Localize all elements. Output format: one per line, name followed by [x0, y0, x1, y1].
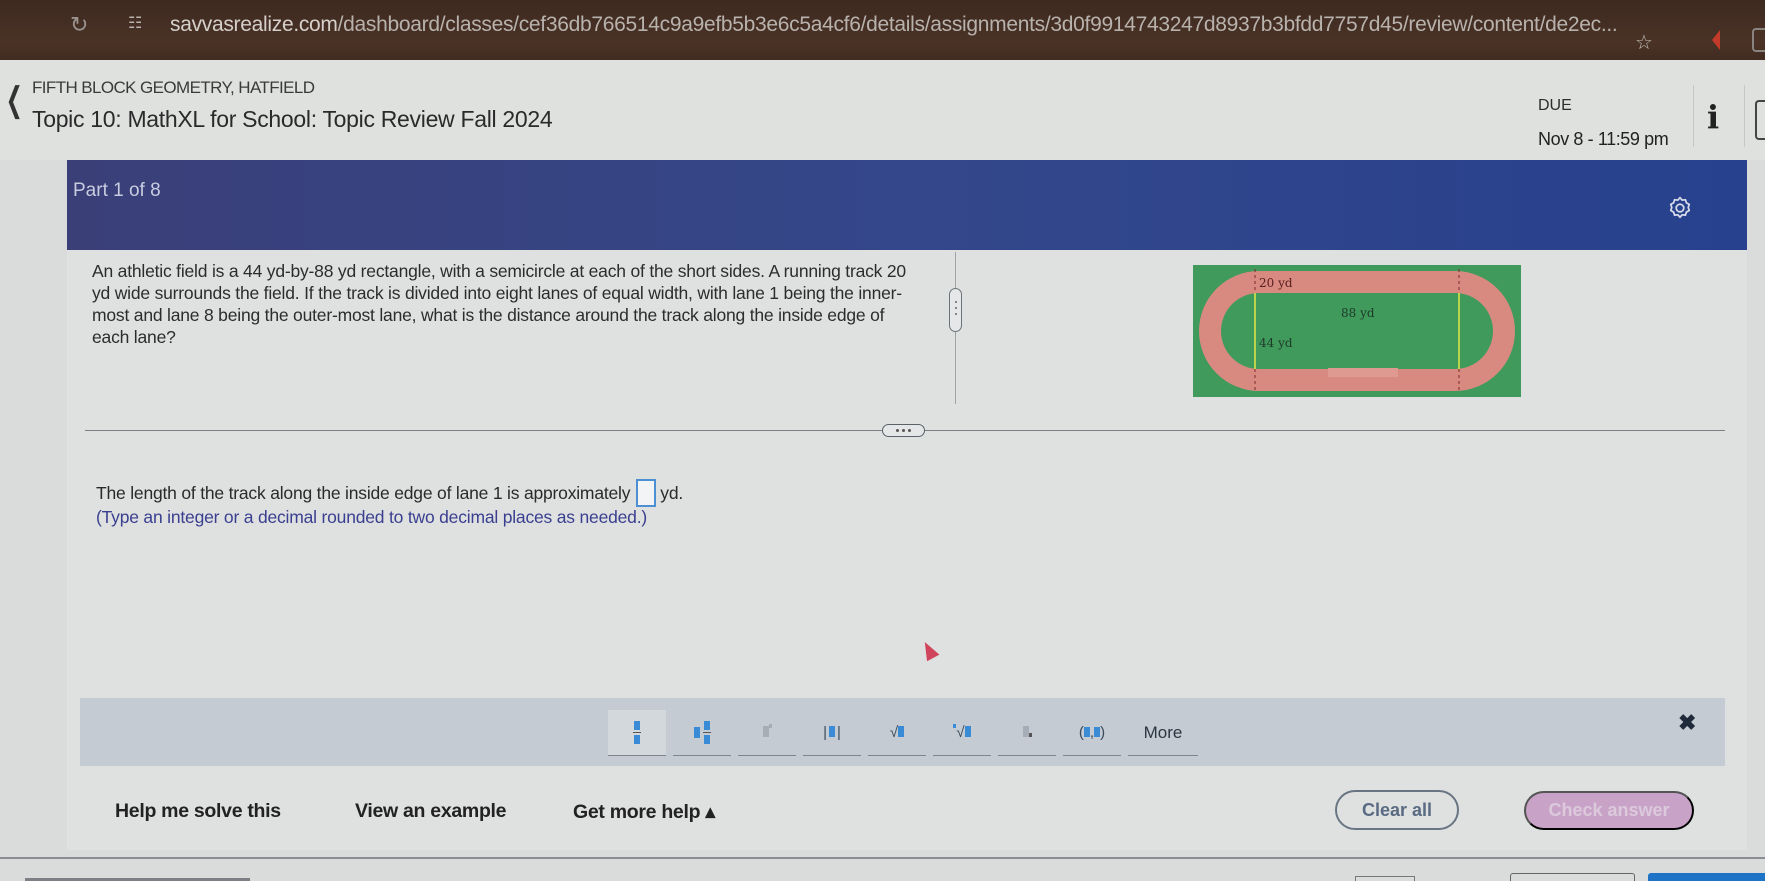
url-path: /dashboard/classes/cef36db766514c9a9efb5…	[337, 13, 1618, 36]
course-name: FIFTH BLOCK GEOMETRY, HATFIELD	[32, 78, 315, 97]
exponent-icon	[762, 724, 772, 741]
answer-input[interactable]	[636, 479, 657, 507]
nth-root-icon: √	[953, 724, 971, 741]
part-indicator: Part 1 of 8	[73, 180, 161, 201]
star-icon[interactable]: ☆	[1635, 30, 1653, 55]
exponent-button[interactable]	[738, 710, 796, 756]
mixed-number-icon	[693, 721, 711, 744]
check-answer-button[interactable]: Check answer	[1524, 791, 1694, 830]
footer-control[interactable]	[1355, 876, 1415, 881]
question-text: An athletic field is a 44 yd-by-88 yd re…	[92, 261, 906, 347]
square-root-icon: √	[890, 724, 905, 741]
label-width: 44 yd	[1259, 336, 1293, 350]
label-track-width: 20 yd	[1259, 276, 1293, 290]
side-panel-icon[interactable]	[1752, 28, 1765, 52]
square-root-button[interactable]: √	[868, 710, 926, 756]
math-toolbar: | | √ √ (,) More ✖	[80, 698, 1725, 766]
url-host: savvasrealize.com	[170, 13, 338, 36]
chevron-left-icon[interactable]: ❮	[6, 80, 23, 120]
due-label: DUE	[1538, 97, 1572, 114]
info-icon[interactable]: i	[1707, 98, 1719, 136]
help-me-solve-link[interactable]: Help me solve this	[115, 800, 281, 823]
subscript-icon	[1022, 724, 1032, 741]
track-inner-field	[1221, 293, 1493, 369]
mixed-number-button[interactable]	[673, 710, 731, 756]
nth-root-button[interactable]: √	[933, 710, 991, 756]
url-field[interactable]: savvasrealize.com/dashboard/classes/cef3…	[170, 13, 1618, 37]
track-figure: 20 yd 88 yd 44 yd	[1193, 265, 1521, 397]
ordered-pair-button[interactable]: (,)	[1063, 710, 1121, 756]
footer-primary-button[interactable]	[1648, 873, 1765, 881]
due-date: Nov 8 - 11:59 pm	[1538, 129, 1669, 149]
label-length: 88 yd	[1341, 306, 1375, 320]
reload-icon[interactable]: ↻	[70, 12, 88, 38]
fraction-icon	[633, 721, 641, 744]
absolute-value-icon: | |	[823, 724, 841, 741]
panel-toggle-icon[interactable]	[1755, 100, 1765, 140]
extension-icon[interactable]	[1712, 30, 1720, 50]
answer-prefix: The length of the track along the inside…	[96, 482, 631, 503]
answer-hint: (Type an integer or a decimal rounded to…	[96, 507, 647, 527]
ordered-pair-icon: (,)	[1078, 724, 1106, 741]
clear-all-button[interactable]: Clear all	[1335, 790, 1459, 830]
footer-button[interactable]	[1510, 873, 1635, 881]
subscript-button[interactable]	[998, 710, 1056, 756]
footer-divider	[0, 857, 1765, 859]
answer-unit: yd.	[660, 482, 684, 503]
vertical-splitter-handle[interactable]	[949, 288, 962, 332]
part-banner: Part 1 of 8	[67, 160, 1747, 250]
more-button[interactable]: More	[1128, 710, 1198, 756]
close-icon[interactable]: ✖	[1678, 710, 1696, 736]
assignment-header: ❮ FIFTH BLOCK GEOMETRY, HATFIELD Topic 1…	[0, 60, 1765, 160]
view-example-link[interactable]: View an example	[355, 800, 507, 823]
gear-icon[interactable]	[1667, 195, 1693, 221]
header-divider	[1744, 85, 1745, 147]
horizontal-splitter-handle[interactable]	[882, 424, 925, 437]
tune-icon[interactable]: ☷	[128, 13, 142, 33]
track-finish-zone	[1328, 368, 1398, 377]
header-divider	[1693, 85, 1694, 147]
answer-line: The length of the track along the inside…	[96, 479, 683, 507]
absolute-value-button[interactable]: | |	[803, 710, 861, 756]
assignment-title: Topic 10: MathXL for School: Topic Revie…	[32, 106, 553, 132]
fraction-button[interactable]	[608, 710, 666, 756]
get-more-help-link[interactable]: Get more help ▴	[573, 800, 715, 824]
